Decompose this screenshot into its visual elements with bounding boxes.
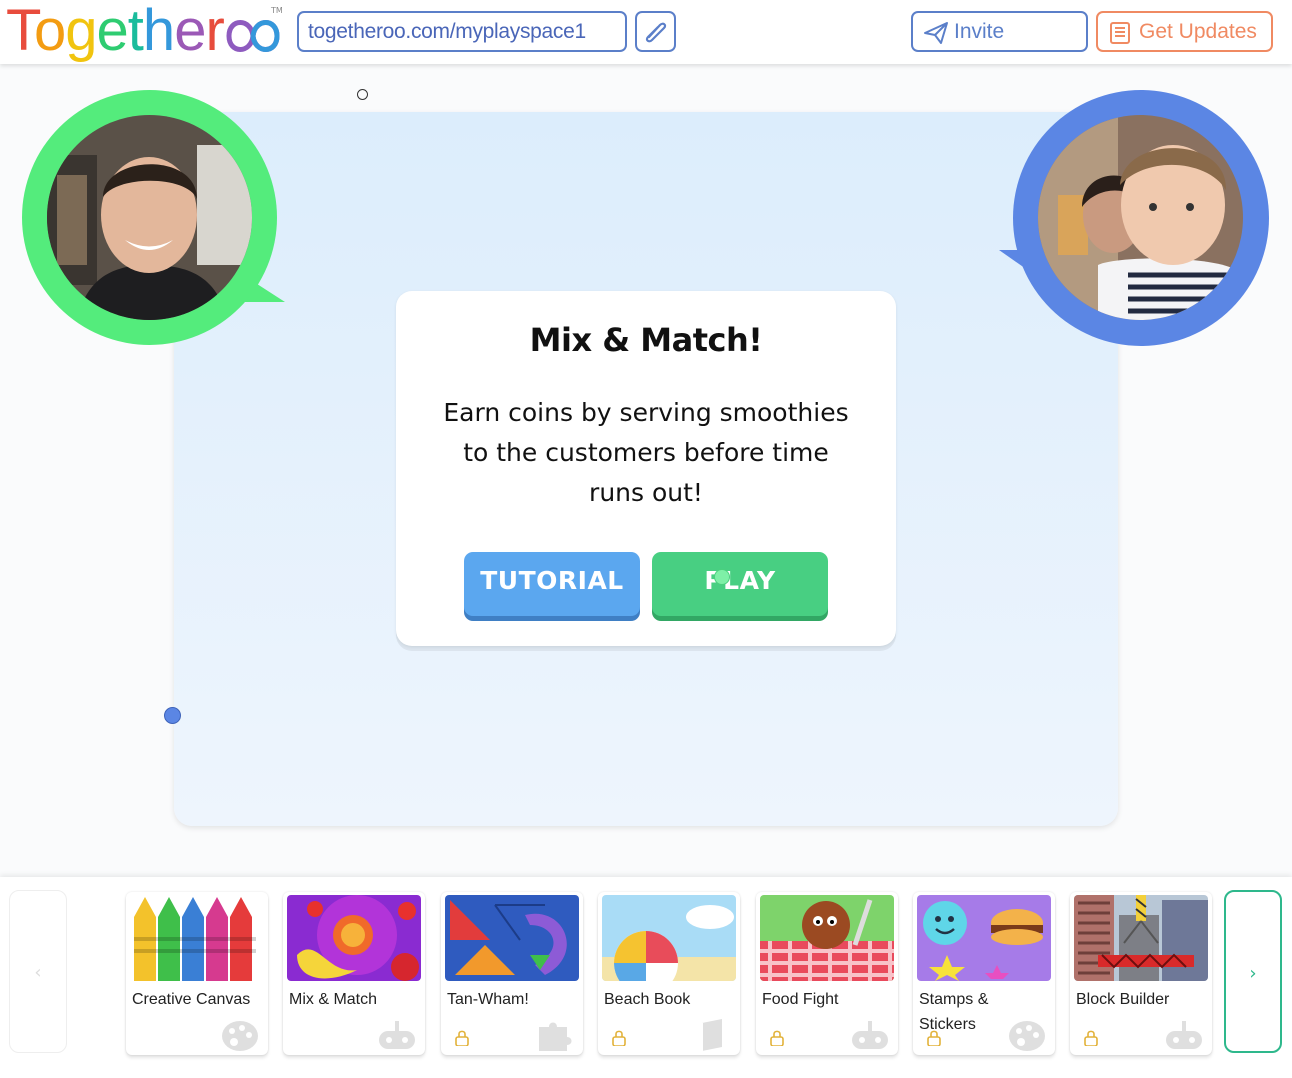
mix-and-match-thumbnail [287,895,421,981]
creative-canvas-thumbnail [130,895,264,981]
left-video-bubble[interactable] [22,90,277,345]
paperclip-icon [645,22,667,43]
remote-cursor-blue [164,707,181,724]
game-tray: ‹ Creative Canvas Mix & Match Tan-Wham! … [0,877,1292,1078]
game-description: Earn coins by serving smoothies to the c… [443,398,849,507]
invite-label: Invite [954,20,1005,43]
parent-video-feed [47,115,252,320]
togetheroo-logo[interactable]: Together [6,0,282,66]
gamepad-icon [1166,1021,1202,1049]
game-tile-label: Mix & Match [289,991,378,1008]
block-builder-thumbnail [1074,895,1208,981]
playspace-url-field[interactable]: togetheroo.com/myplayspace1 [297,11,627,52]
game-tile-stamps-and-stickers[interactable]: Stamps & Stickers [913,892,1055,1055]
game-tile-beach-book[interactable]: Beach Book [598,892,740,1055]
beach-book-thumbnail [602,895,736,981]
tutorial-button[interactable]: TUTORIAL [464,552,640,616]
tan-wham-thumbnail [445,895,579,981]
paper-plane-icon [924,22,948,44]
trademark-mark: TM [271,6,283,15]
game-tile-label: Food Fight [762,991,839,1008]
get-updates-button[interactable]: Get Updates [1096,11,1273,52]
play-button[interactable]: PLAY [652,552,828,616]
invite-button[interactable]: Invite [911,11,1088,52]
newspaper-icon [1110,22,1130,44]
gamepad-icon [852,1021,888,1049]
game-tile-creative-canvas[interactable]: Creative Canvas [126,892,268,1055]
game-title: Mix & Match! [529,321,763,359]
remote-cursor-green [714,569,730,585]
palette-icon [1009,1021,1045,1051]
gamepad-icon [379,1021,415,1049]
game-tile-food-fight[interactable]: Food Fight [756,892,898,1055]
book-icon [701,1019,722,1051]
palette-icon [222,1021,258,1051]
tray-next-button[interactable]: › [1224,890,1282,1053]
game-tile-label: Tan-Wham! [447,991,529,1008]
game-tile-label: Creative Canvas [132,991,251,1008]
copy-link-button[interactable] [635,11,676,52]
get-updates-label: Get Updates [1139,20,1257,43]
lock-icon [770,1030,784,1046]
game-tile-tan-wham[interactable]: Tan-Wham! [441,892,583,1055]
tray-prev-button[interactable]: ‹ [9,890,67,1053]
game-intro-card: Mix & Match! Earn coins by serving smoot… [396,291,896,646]
lock-icon [927,1030,941,1046]
game-tile-label: Beach Book [604,991,691,1008]
right-video-bubble[interactable] [1013,90,1269,346]
food-fight-thumbnail [760,895,894,981]
stamps-and-stickers-thumbnail [917,895,1051,981]
lock-icon [1084,1030,1098,1046]
game-tile-block-builder[interactable]: Block Builder [1070,892,1212,1055]
top-bar: Together TM togetheroo.com/myplayspace1 … [0,0,1292,64]
lock-icon [455,1030,469,1046]
puzzle-icon [539,1022,572,1051]
game-tile-label: Block Builder [1076,991,1170,1008]
game-tile-mix-and-match[interactable]: Mix & Match [283,892,425,1055]
local-cursor [357,89,368,100]
child-video-feed [1038,115,1243,320]
lock-icon [612,1030,626,1046]
